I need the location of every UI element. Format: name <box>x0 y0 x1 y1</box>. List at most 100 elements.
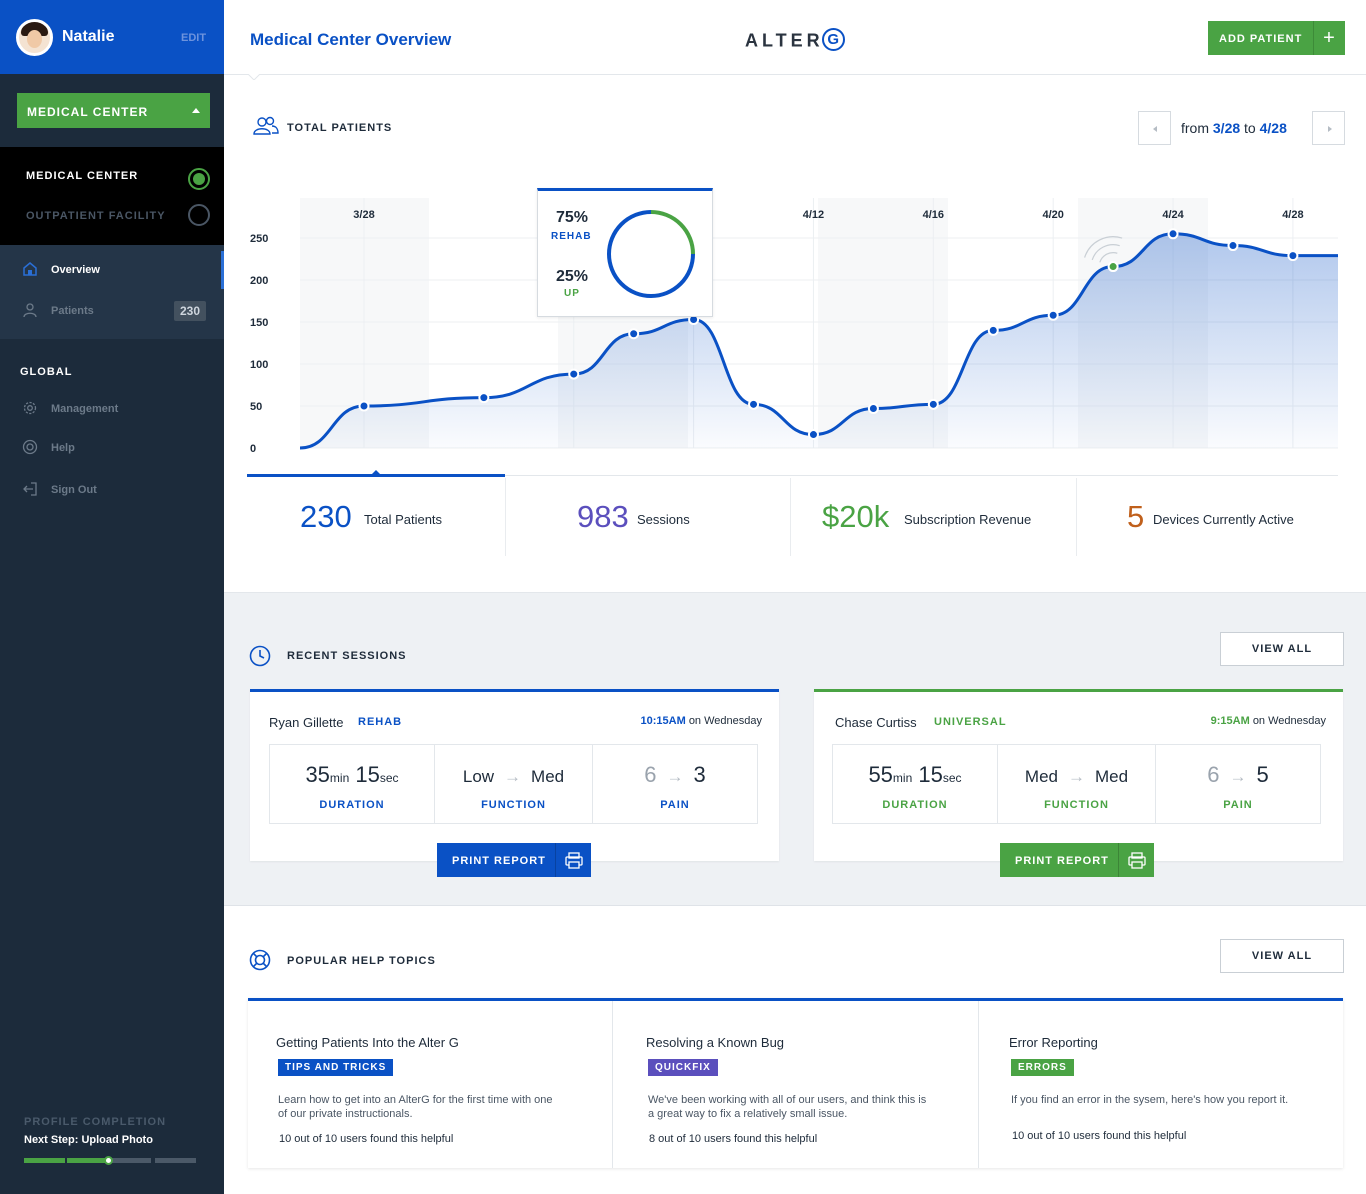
stat-devices[interactable]: 5 Devices Currently Active <box>1077 476 1338 556</box>
arrow-right-icon: → <box>1229 767 1247 786</box>
alterg-logo: ALTER G <box>745 28 845 53</box>
home-icon <box>23 262 37 276</box>
stat-total-patients[interactable]: 230 Total Patients <box>247 476 505 556</box>
session-time: 9:15AM on Wednesday <box>1210 715 1326 727</box>
help-topic-card[interactable]: Getting Patients Into the Alter G TIPS A… <box>248 1001 613 1168</box>
sidebar-item-label: Patients <box>51 305 94 317</box>
patients-count-badge: 230 <box>174 301 206 321</box>
sidebar-item-help[interactable]: Help <box>0 433 224 463</box>
data-point <box>478 392 490 404</box>
help-topics-title: POPULAR HELP TOPICS <box>287 955 436 967</box>
tooltip-rehab-percent: 75% <box>556 209 589 226</box>
stat-label: Sessions <box>637 512 690 527</box>
x-tick-label: 4/20 <box>1042 209 1063 221</box>
facility-dropdown-label: MEDICAL CENTER <box>27 105 149 119</box>
help-topic-card[interactable]: Resolving a Known Bug QUICKFIX We've bee… <box>613 1001 979 1168</box>
stat-sessions[interactable]: 983 Sessions <box>506 476 790 556</box>
next-range-button[interactable] <box>1312 111 1345 145</box>
gear-icon <box>23 401 37 415</box>
session-metrics: 55min 15sec DURATION Med → Med FUNCTION 6 →… <box>832 744 1321 824</box>
data-point <box>1167 228 1179 240</box>
print-report-button[interactable]: PRINT REPORT <box>1000 843 1154 877</box>
y-tick-label: 100 <box>250 359 268 371</box>
profile-next-step: Next Step: Upload Photo <box>24 1134 153 1146</box>
facility-option-medical-center[interactable]: MEDICAL CENTER <box>26 170 138 182</box>
avatar[interactable] <box>16 19 53 56</box>
prev-range-button[interactable] <box>1138 111 1171 145</box>
x-tick-label: 4/28 <box>1282 209 1303 221</box>
duration-metric: 55min 15sec DURATION <box>833 745 998 823</box>
session-patient-name[interactable]: Chase Curtiss <box>835 715 917 730</box>
arrow-right-icon: → <box>504 767 522 786</box>
help-topic-helpful: 8 out of 10 users found this helpful <box>649 1133 818 1145</box>
printer-icon <box>1118 843 1154 877</box>
session-metrics: 35min 15sec DURATION Low → Med FUNCTION 6 →… <box>269 744 758 824</box>
sidebar-item-sign-out[interactable]: Sign Out <box>0 475 224 505</box>
sidebar-item-patients[interactable]: Patients 230 <box>0 290 224 330</box>
arrow-right-icon: → <box>1068 767 1085 786</box>
data-point <box>568 368 580 380</box>
data-point <box>358 400 370 412</box>
global-heading: GLOBAL <box>20 366 73 378</box>
print-report-button[interactable]: PRINT REPORT <box>437 843 591 877</box>
data-point <box>628 328 640 340</box>
recent-sessions-title: RECENT SESSIONS <box>287 650 407 662</box>
arrow-right-icon: → <box>666 767 684 786</box>
help-topic-title[interactable]: Error Reporting <box>1009 1035 1098 1050</box>
view-all-sessions-button[interactable]: VIEW ALL <box>1220 632 1344 666</box>
x-tick-label: 4/12 <box>803 209 824 221</box>
session-card: Ryan Gillette REHAB 10:15AM on Wednesday… <box>250 689 779 861</box>
y-tick-label: 150 <box>250 317 268 329</box>
printer-icon <box>555 843 591 877</box>
help-topics-list: Getting Patients Into the Alter G TIPS A… <box>248 998 1343 1168</box>
stat-revenue[interactable]: $20k Subscription Revenue <box>791 476 1076 556</box>
progress-marker <box>104 1156 113 1165</box>
x-tick-label: 4/24 <box>1162 209 1184 221</box>
function-metric: Low → Med FUNCTION <box>435 745 593 823</box>
edit-profile-link[interactable]: EDIT <box>181 32 206 44</box>
y-tick-label: 200 <box>250 275 268 287</box>
donut-chart <box>607 210 695 298</box>
donut-up-segment <box>650 210 695 255</box>
data-point <box>748 398 760 410</box>
view-all-help-button[interactable]: VIEW ALL <box>1220 939 1344 973</box>
add-patient-button[interactable]: ADD PATIENT + <box>1208 21 1345 55</box>
radio-selected-icon[interactable] <box>188 168 210 190</box>
sidebar-item-label: Help <box>51 442 75 454</box>
session-patient-name[interactable]: Ryan Gillette <box>269 715 343 730</box>
help-topic-tag: TIPS AND TRICKS <box>278 1059 394 1076</box>
pain-metric: 6 → 3 PAIN <box>644 762 706 811</box>
help-topic-helpful: 10 out of 10 users found this helpful <box>279 1133 454 1145</box>
help-topic-helpful: 10 out of 10 users found this helpful <box>1012 1130 1187 1142</box>
data-point <box>1227 240 1239 252</box>
user-name: Natalie <box>62 28 115 45</box>
stat-value: 983 <box>577 499 629 534</box>
users-icon <box>253 116 279 135</box>
help-topic-title[interactable]: Resolving a Known Bug <box>646 1035 784 1050</box>
help-topic-card[interactable]: Error Reporting ERRORS If you find an er… <box>979 1001 1343 1168</box>
duration-metric: 35min 15sec DURATION <box>270 745 435 823</box>
help-topic-desc: We've been working with all of our users… <box>648 1094 927 1120</box>
main-nav: Overview Patients 230 <box>0 245 224 339</box>
date-range-nav: from 3/28 to 4/28 <box>1138 111 1345 145</box>
radio-unselected-icon[interactable] <box>188 204 210 226</box>
session-type: REHAB <box>358 716 403 728</box>
session-card: Chase Curtiss UNIVERSAL 9:15AM on Wednes… <box>814 689 1343 861</box>
total-patients-title: TOTAL PATIENTS <box>287 122 393 134</box>
help-topic-tag: ERRORS <box>1011 1059 1074 1076</box>
y-tick-label: 0 <box>250 443 256 455</box>
profile-completion-title: PROFILE COMPLETION <box>24 1116 167 1128</box>
sidebar-item-label: Sign Out <box>51 484 97 496</box>
help-topic-desc: Learn how to get into an AlterG for the … <box>278 1094 553 1120</box>
x-tick-label: 4/16 <box>923 209 944 221</box>
y-tick-label: 50 <box>250 401 262 413</box>
sidebar-item-overview[interactable]: Overview <box>0 249 224 289</box>
tooltip-rehab-label: REHAB <box>551 231 592 242</box>
tooltip-up-percent: 25% <box>556 268 589 285</box>
help-topic-title[interactable]: Getting Patients Into the Alter G <box>276 1035 459 1050</box>
stat-value: $20k <box>822 499 890 534</box>
facility-dropdown[interactable]: MEDICAL CENTER <box>17 93 210 128</box>
sidebar-item-management[interactable]: Management <box>0 394 224 424</box>
facility-option-outpatient[interactable]: OUTPATIENT FACILITY <box>26 210 166 222</box>
stat-value: 5 <box>1127 499 1145 534</box>
